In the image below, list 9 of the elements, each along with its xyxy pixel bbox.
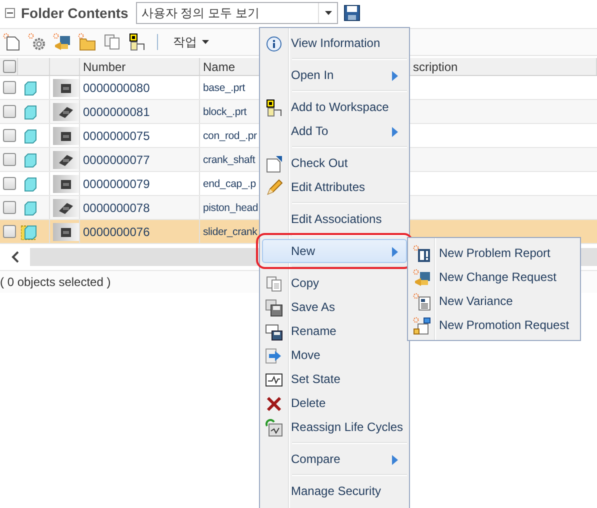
table-cell: 0000000081 [83, 104, 150, 118]
table-cell: 0000000080 [83, 80, 150, 94]
table-cell: 0000000076 [83, 224, 150, 238]
table-cell: 0000000078 [83, 200, 150, 214]
table-cell: 0000000079 [83, 176, 150, 190]
table-cell: 0000000075 [83, 128, 150, 142]
section-title: Folder Contents [21, 5, 128, 21]
table-cell: 0000000077 [83, 152, 150, 166]
status-text: ( 0 objects selected ) [0, 275, 111, 289]
